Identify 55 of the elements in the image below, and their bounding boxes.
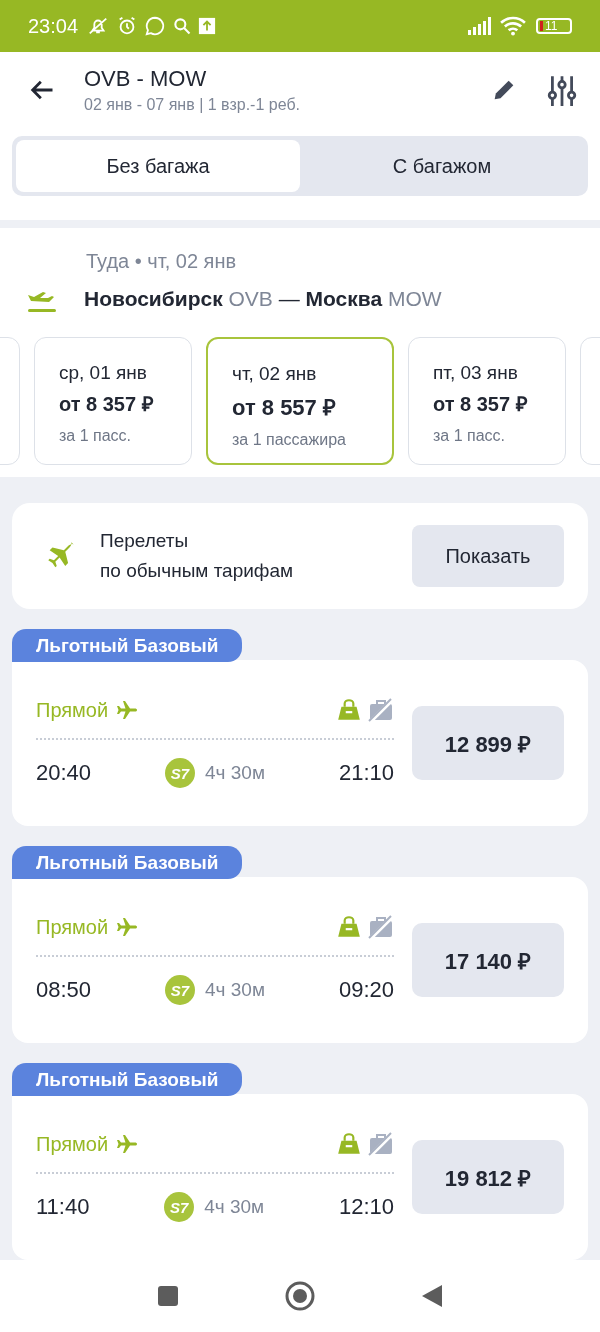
flight-duration: 4ч 30м xyxy=(205,979,265,1001)
flight-duration: 4ч 30м xyxy=(204,1196,265,1218)
departure-time: 08:50 xyxy=(36,977,92,1003)
search-icon xyxy=(172,16,193,36)
fare-tag: Льготный Базовый xyxy=(12,1063,243,1096)
signal-icon xyxy=(468,17,494,35)
baggage-tab[interactable]: Без багажа xyxy=(16,140,300,192)
arrival-time: 09:20 xyxy=(338,977,394,1003)
flight-type: Прямой xyxy=(36,698,109,722)
passenger-note: за 1 пасс. xyxy=(59,427,133,445)
back-icon[interactable] xyxy=(420,1283,444,1309)
passenger-note: за 1 пассажира xyxy=(232,431,347,449)
date-text: чт, 02 янв xyxy=(232,363,318,385)
filter-sliders-icon[interactable] xyxy=(546,74,578,106)
price-button[interactable]: 19 812 ₽ xyxy=(412,1140,564,1214)
flight-card[interactable]: Прямой 11:40 S7 4ч 30м 12:10 19 812 ₽ xyxy=(12,1094,588,1260)
baggage-tab[interactable]: С багажом xyxy=(300,140,584,192)
status-time: 23:04 xyxy=(28,14,79,38)
airline-logo: S7 xyxy=(164,1192,195,1222)
price-button[interactable]: 12 899 ₽ xyxy=(412,706,564,780)
price-text: от 8 357 ₽ xyxy=(433,392,529,417)
departure-time: 20:40 xyxy=(36,760,92,786)
date-card[interactable]: пт, 03 янв от 8 357 ₽ за 1 пасс. xyxy=(408,337,566,465)
upload-icon xyxy=(198,17,217,35)
recents-icon[interactable] xyxy=(156,1284,180,1308)
price-text: от 8 557 ₽ xyxy=(232,394,337,421)
date-card[interactable]: ср, 01 янв от 8 357 ₽ за 1 пасс. xyxy=(34,337,192,465)
fare-tag: Льготный Базовый xyxy=(12,846,243,879)
date-card[interactable]: чт, 02 янв от 8 557 ₽ за 1 пассажира xyxy=(206,337,394,465)
airline-logo: S7 xyxy=(165,758,196,788)
flight-duration: 4ч 30м xyxy=(205,762,265,784)
flight-type: Прямой xyxy=(36,1132,109,1156)
flight-type: Прямой xyxy=(36,915,109,939)
departure-time: 11:40 xyxy=(36,1194,90,1220)
airline-logo: S7 xyxy=(165,975,196,1005)
home-icon[interactable] xyxy=(284,1280,316,1312)
route-text: Новосибирск OVB — Москва MOW xyxy=(84,287,442,311)
chat-icon xyxy=(144,15,167,37)
passenger-note: за 1 пасс. xyxy=(433,427,507,445)
wifi-icon xyxy=(500,16,526,36)
arrival-time: 12:10 xyxy=(338,1194,394,1220)
show-button[interactable]: Показать xyxy=(412,525,564,587)
price-text: от 8 357 ₽ xyxy=(59,392,155,417)
fare-tag: Льготный Базовый xyxy=(12,629,243,662)
price-button[interactable]: 17 140 ₽ xyxy=(412,923,564,997)
arrival-time: 21:10 xyxy=(338,760,394,786)
date-text: ср, 01 янв xyxy=(59,362,148,384)
flight-card[interactable]: Прямой 20:40 S7 4ч 30м 21:10 12 899 ₽ xyxy=(12,660,588,826)
direction-label: Туда • чт, 02 янв xyxy=(86,250,238,273)
battery-icon: 11 xyxy=(536,18,572,34)
date-text: пт, 03 янв xyxy=(433,362,519,384)
flight-card[interactable]: Прямой 08:50 S7 4ч 30м 09:20 17 140 ₽ xyxy=(12,877,588,1043)
promo-text: Перелеты по обычным тарифам xyxy=(100,529,295,583)
route-title: OVB - MOW xyxy=(84,66,208,92)
trip-summary: 02 янв - 07 янв | 1 взр.-1 реб. xyxy=(84,96,301,114)
